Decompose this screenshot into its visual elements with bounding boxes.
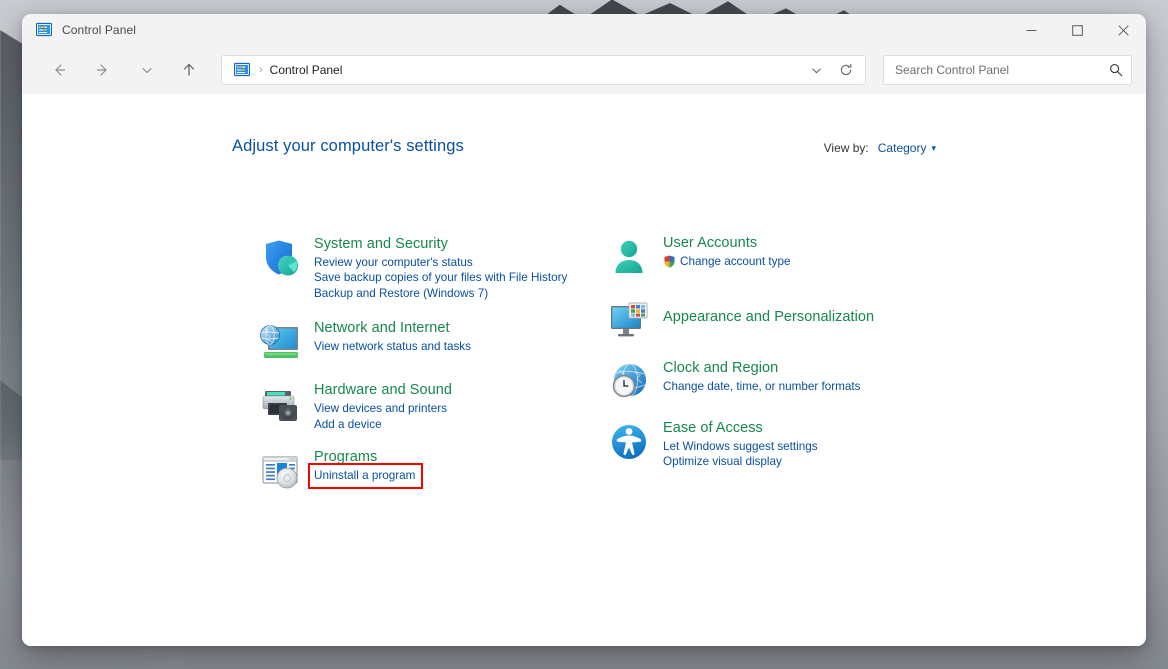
category-network-and-internet[interactable]: Network and Internet View network status…	[256, 318, 596, 366]
category-title[interactable]: User Accounts	[663, 234, 757, 253]
search-box[interactable]	[883, 55, 1132, 85]
close-button[interactable]	[1100, 14, 1146, 46]
programs-icon	[256, 447, 304, 495]
address-dropdown-button[interactable]	[801, 56, 831, 84]
category-body: Appearance and Personalization	[663, 296, 874, 328]
category-column-right: User Accounts Change account type Appear…	[605, 234, 935, 474]
category-appearance-and-personalization[interactable]: Appearance and Personalization	[605, 296, 935, 344]
accessibility-icon	[605, 418, 653, 466]
category-title[interactable]: Ease of Access	[663, 419, 763, 438]
category-hardware-and-sound[interactable]: Hardware and Sound View devices and prin…	[256, 380, 596, 432]
link-backup-restore[interactable]: Backup and Restore (Windows 7)	[314, 286, 488, 301]
address-bar[interactable]: › Control Panel	[221, 55, 866, 85]
page-title: Adjust your computer's settings	[232, 137, 464, 155]
category-body: System and Security Review your computer…	[314, 234, 567, 301]
link-label: Change account type	[680, 255, 791, 268]
category-links: Change date, time, or number formats	[663, 379, 860, 394]
maximize-button[interactable]	[1054, 14, 1100, 46]
uac-shield-icon	[663, 255, 676, 268]
breadcrumb-separator: ›	[259, 64, 263, 76]
link-optimize-visual-display[interactable]: Optimize visual display	[663, 454, 782, 469]
navigation-toolbar: › Control Panel	[22, 46, 1146, 94]
category-body: Programs Uninstall a program	[307, 447, 424, 491]
minimize-button[interactable]	[1008, 14, 1054, 46]
link-network-status[interactable]: View network status and tasks	[314, 339, 471, 354]
appearance-icon	[605, 296, 653, 344]
control-panel-content: Adjust your computer's settings View by:…	[22, 94, 1146, 646]
up-button[interactable]	[174, 55, 204, 85]
link-let-windows-suggest-settings[interactable]: Let Windows suggest settings	[663, 439, 818, 454]
control-panel-window: Control Panel › Control Panel Search Con…	[22, 14, 1146, 646]
category-user-accounts[interactable]: User Accounts Change account type	[605, 234, 935, 282]
link-change-date-time[interactable]: Change date, time, or number formats	[663, 379, 860, 394]
back-button[interactable]	[44, 55, 74, 85]
category-clock-and-region[interactable]: Clock and Region Change date, time, or n…	[605, 358, 935, 406]
category-system-and-security[interactable]: System and Security Review your computer…	[256, 234, 596, 301]
window-controls	[1008, 14, 1146, 46]
category-links: Change account type	[663, 254, 790, 269]
desktop-background: Control Panel › Control Panel Search Con…	[0, 0, 1168, 669]
link-change-account-type[interactable]: Change account type	[663, 254, 790, 269]
breadcrumb-control-panel-icon	[233, 62, 251, 78]
view-by-value[interactable]: Category	[878, 141, 927, 155]
shield-icon	[256, 234, 304, 282]
category-links: View network status and tasks	[314, 339, 471, 354]
category-title[interactable]: Clock and Region	[663, 359, 778, 378]
category-body: Network and Internet View network status…	[314, 318, 471, 354]
link-devices-and-printers[interactable]: View devices and printers	[314, 401, 447, 416]
search-icon[interactable]	[1101, 63, 1131, 77]
category-title[interactable]: System and Security	[314, 235, 448, 254]
link-add-a-device[interactable]: Add a device	[314, 417, 382, 432]
link-file-history[interactable]: Save backup copies of your files with Fi…	[314, 270, 567, 285]
category-title[interactable]: Network and Internet	[314, 319, 450, 338]
category-programs[interactable]: Programs Uninstall a program	[256, 447, 596, 495]
window-title: Control Panel	[62, 23, 137, 37]
view-by-label: View by:	[823, 141, 869, 155]
category-ease-of-access[interactable]: Ease of Access Let Windows suggest setti…	[605, 418, 935, 470]
category-title[interactable]: Programs	[314, 448, 377, 467]
link-review-status[interactable]: Review your computer's status	[314, 255, 473, 270]
category-body: Hardware and Sound View devices and prin…	[314, 380, 452, 432]
category-title[interactable]: Appearance and Personalization	[663, 308, 874, 327]
content-header: Adjust your computer's settings View by:…	[232, 137, 936, 156]
window-titlebar[interactable]: Control Panel	[22, 14, 1146, 46]
control-panel-icon	[35, 22, 53, 38]
link-uninstall-a-program[interactable]: Uninstall a program	[307, 462, 424, 491]
clock-globe-icon	[605, 358, 653, 406]
view-by-control[interactable]: View by: Category ▾	[824, 141, 936, 155]
chevron-down-icon[interactable]: ▾	[931, 143, 936, 154]
printer-icon	[256, 380, 304, 428]
category-links: Review your computer's status Save backu…	[314, 255, 567, 301]
recent-locations-button[interactable]	[132, 55, 162, 85]
user-icon	[605, 234, 653, 282]
category-column-left: System and Security Review your computer…	[256, 234, 596, 499]
forward-button[interactable]	[88, 55, 118, 85]
category-title[interactable]: Hardware and Sound	[314, 381, 452, 400]
search-input[interactable]	[884, 63, 1101, 77]
category-body: User Accounts Change account type	[663, 234, 790, 269]
category-links: Let Windows suggest settings Optimize vi…	[663, 439, 818, 470]
refresh-button[interactable]	[831, 56, 861, 84]
category-links: View devices and printers Add a device	[314, 401, 452, 432]
breadcrumb-path[interactable]: Control Panel	[270, 63, 343, 77]
network-icon	[256, 318, 304, 366]
category-body: Clock and Region Change date, time, or n…	[663, 358, 860, 394]
category-body: Ease of Access Let Windows suggest setti…	[663, 418, 818, 470]
category-links: Uninstall a program	[307, 462, 424, 491]
